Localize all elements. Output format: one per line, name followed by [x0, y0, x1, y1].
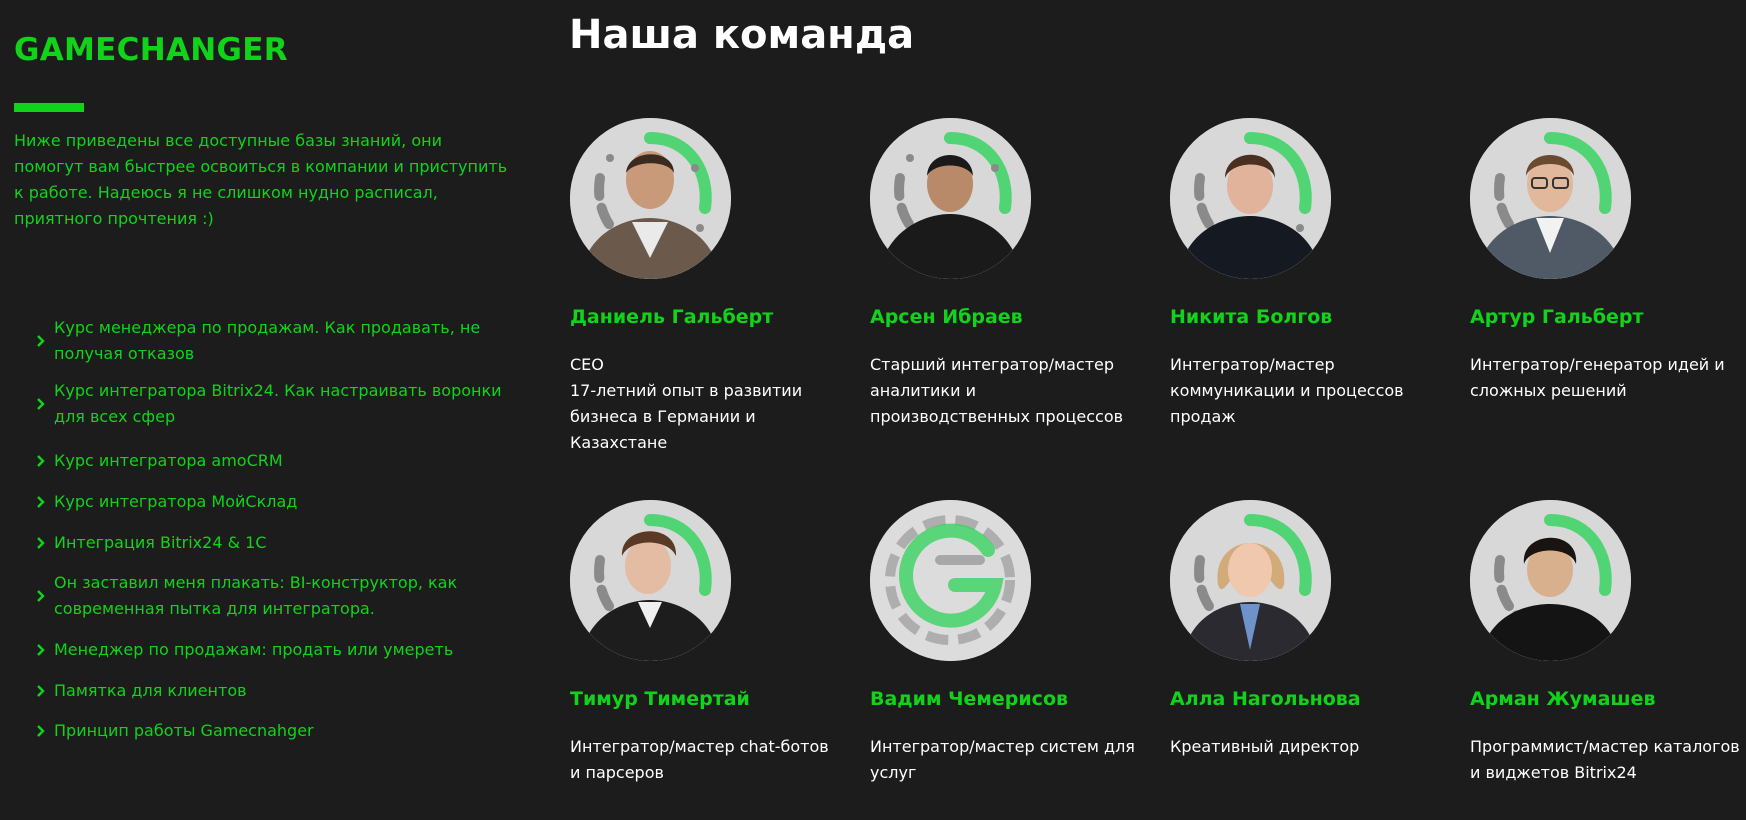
logo-underline	[14, 103, 84, 112]
list-item-label: Он заставил меня плакать: BI-конструктор…	[54, 573, 458, 618]
chevron-right-icon	[36, 586, 54, 606]
list-item[interactable]: Интеграция Bitrix24 & 1С	[36, 530, 506, 556]
team-member-card: Вадим Чемерисов Интегратор/мастер систем…	[870, 500, 1140, 782]
list-item[interactable]: Курс интегратора МойСклад	[36, 489, 506, 515]
brand-logo[interactable]: GAMECHANGER	[14, 32, 288, 68]
member-name: Арман Жумашев	[1470, 688, 1656, 710]
member-role: Интегратор/мастер коммуникации и процесс…	[1170, 355, 1404, 426]
list-item-label: Курс интегратора Bitrix24. Как настраива…	[54, 381, 502, 426]
member-role: CEO 17-летний опыт в развитии бизнеса в …	[570, 355, 803, 452]
list-item-label: Менеджер по продажам: продать или умерет…	[54, 640, 454, 659]
list-item-label: Курс интегратора amoCRM	[54, 451, 283, 470]
team-member-card: Арсен Ибраев Старший интегратор/мастер а…	[870, 118, 1140, 426]
chevron-right-icon	[36, 681, 54, 701]
list-item[interactable]: Курс интегратора Bitrix24. Как настраива…	[36, 378, 506, 430]
member-photo	[1170, 118, 1331, 279]
intro-text: Ниже приведены все доступные базы знаний…	[14, 131, 508, 228]
member-photo	[570, 500, 731, 661]
member-name: Арсен Ибраев	[870, 306, 1023, 328]
member-role: Креативный директор	[1170, 737, 1360, 756]
member-role: Программист/мастер каталогов и виджетов …	[1470, 737, 1740, 782]
list-item-label: Принцип работы Gamecnahger	[54, 721, 314, 740]
member-photo	[870, 118, 1031, 279]
team-member-card: Тимур Тимертай Интегратор/мастер chat-бо…	[570, 500, 840, 782]
team-member-card: Никита Болгов Интегратор/мастер коммуник…	[1170, 118, 1440, 426]
chevron-right-icon	[36, 394, 54, 414]
list-item[interactable]: Курс менеджера по продажам. Как продават…	[36, 315, 506, 367]
chevron-right-icon	[36, 492, 54, 512]
chevron-right-icon	[36, 721, 54, 741]
member-name: Никита Болгов	[1170, 306, 1333, 328]
list-item-label: Интеграция Bitrix24 & 1С	[54, 533, 267, 552]
team-member-card: Алла Нагольнова Креативный директор	[1170, 500, 1440, 756]
team-title: Наша команда	[569, 12, 915, 58]
list-item[interactable]: Принцип работы Gamecnahger	[36, 718, 506, 744]
member-role: Интегратор/генератор идей и сложных реше…	[1470, 355, 1725, 400]
page: GAMECHANGER Ниже приведены все доступные…	[0, 0, 1746, 820]
chevron-right-icon	[36, 331, 54, 351]
member-name: Артур Гальберт	[1470, 306, 1644, 328]
list-item[interactable]: Менеджер по продажам: продать или умерет…	[36, 637, 506, 663]
member-role: Интегратор/мастер систем для услуг	[870, 737, 1135, 782]
chevron-right-icon	[36, 640, 54, 660]
chevron-right-icon	[36, 451, 54, 471]
member-name: Тимур Тимертай	[570, 688, 750, 710]
list-item[interactable]: Он заставил меня плакать: BI-конструктор…	[36, 570, 506, 622]
member-role: Интегратор/мастер chat-ботов и парсеров	[570, 737, 829, 782]
member-photo	[1170, 500, 1331, 661]
list-item-label: Курс менеджера по продажам. Как продават…	[54, 318, 481, 363]
team-member-card: Арман Жумашев Программист/мастер каталог…	[1470, 500, 1740, 782]
chevron-right-icon	[36, 533, 54, 553]
member-name: Даниель Гальберт	[570, 306, 774, 328]
member-role: Старший интегратор/мастер аналитики и пр…	[870, 355, 1124, 426]
member-photo	[1470, 118, 1631, 279]
team-member-card: Артур Гальберт Интегратор/генератор идей…	[1470, 118, 1740, 400]
member-name: Алла Нагольнова	[1170, 688, 1361, 710]
logo-placeholder	[870, 500, 1031, 661]
list-item-label: Курс интегратора МойСклад	[54, 492, 298, 511]
list-item[interactable]: Курс интегратора amoCRM	[36, 448, 506, 474]
member-photo	[570, 118, 731, 279]
member-photo	[1470, 500, 1631, 661]
member-name: Вадим Чемерисов	[870, 688, 1069, 710]
list-item-label: Памятка для клиентов	[54, 681, 247, 700]
list-item[interactable]: Памятка для клиентов	[36, 678, 506, 704]
team-member-card: Даниель Гальберт CEO 17-летний опыт в ра…	[570, 118, 840, 452]
